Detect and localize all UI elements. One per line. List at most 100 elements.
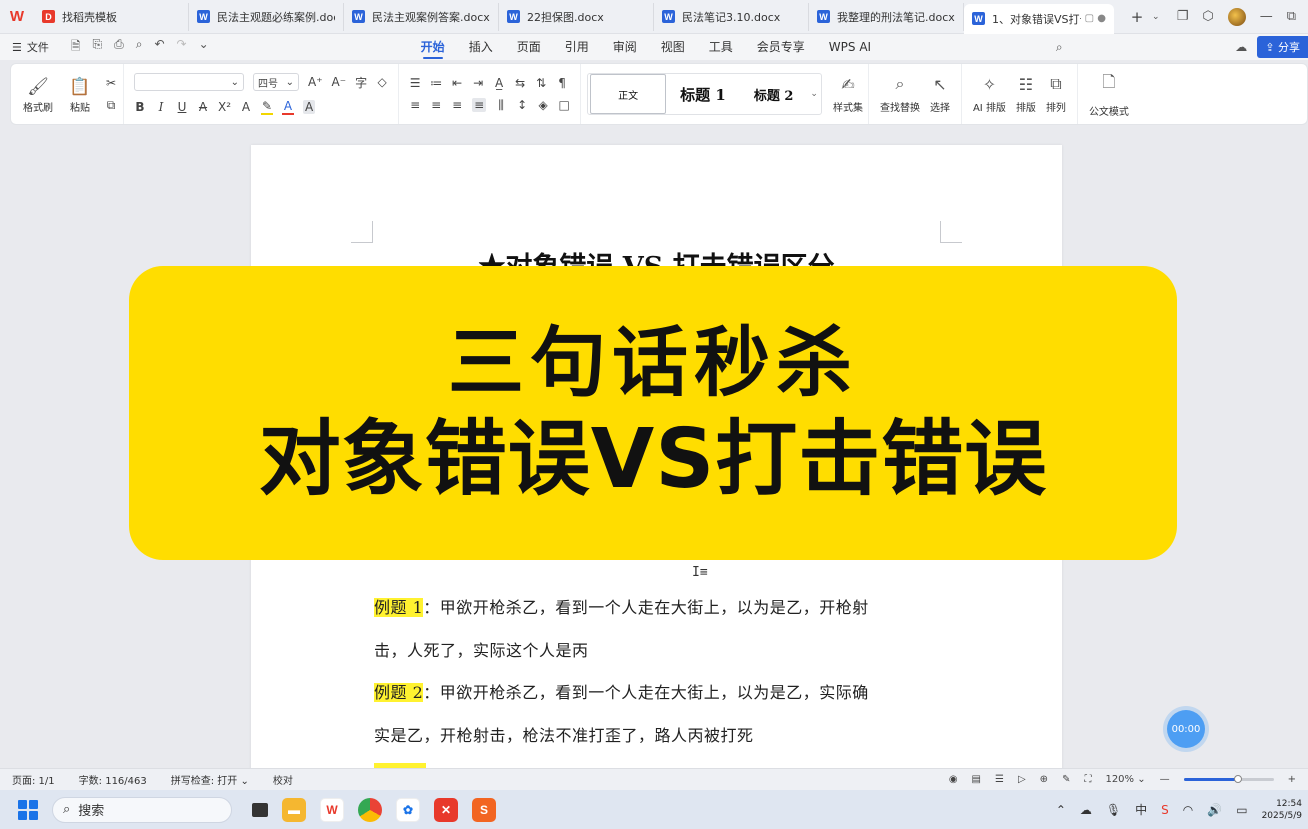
text-direction-icon[interactable]: ⇆ bbox=[514, 76, 526, 90]
font-color-icon[interactable]: A bbox=[282, 99, 295, 115]
menu-tab[interactable]: 视图 bbox=[649, 34, 697, 60]
style-normal[interactable]: 正文 bbox=[590, 74, 667, 114]
style-heading-2[interactable]: 标题 2 bbox=[740, 74, 808, 114]
grow-font-icon[interactable]: A⁺ bbox=[308, 75, 323, 89]
zoom-slider[interactable] bbox=[1183, 775, 1274, 783]
xmind-icon[interactable]: ✕ bbox=[434, 797, 458, 822]
align-right-icon[interactable]: ≡ bbox=[451, 98, 463, 112]
battery-icon[interactable]: ▭ bbox=[1236, 803, 1247, 817]
avatar[interactable] bbox=[1227, 7, 1246, 26]
new-tab-button[interactable]: + bbox=[1122, 8, 1152, 26]
cut-icon[interactable]: ✂ bbox=[105, 76, 117, 90]
taskbar-search[interactable]: ⌕ 搜索 bbox=[52, 796, 232, 823]
outline-view-icon[interactable]: ☰ bbox=[995, 774, 1004, 785]
print-icon[interactable]: ⎙ bbox=[114, 37, 124, 58]
phonetic-guide-icon[interactable]: 字 bbox=[355, 74, 367, 91]
doc-tab[interactable]: D 找稻壳模板 bbox=[34, 2, 189, 31]
menu-tab[interactable]: 插入 bbox=[457, 34, 505, 60]
file-explorer-icon[interactable]: ▬ bbox=[282, 797, 306, 822]
char-shading-icon[interactable]: A bbox=[303, 100, 316, 114]
wps-logo-icon[interactable]: W bbox=[0, 0, 34, 34]
eye-icon[interactable]: ◉ bbox=[949, 774, 958, 785]
numbered-list-icon[interactable]: ≔ bbox=[430, 76, 442, 90]
chinese-layout-icon[interactable]: A̲ bbox=[493, 76, 505, 90]
sogou-icon[interactable]: S bbox=[1161, 803, 1169, 817]
web-view-icon[interactable]: ⊕ bbox=[1040, 774, 1048, 785]
ai-layout-button[interactable]: ✧ AI 排版 bbox=[968, 75, 1011, 114]
wifi-icon[interactable]: ◠ bbox=[1183, 803, 1193, 817]
official-mode-button[interactable]: 🗋 公文模式 bbox=[1084, 71, 1134, 118]
format-painter-button[interactable]: 🖌 格式刷 bbox=[17, 66, 59, 122]
arrange-button[interactable]: ⧉ 排列 bbox=[1041, 74, 1071, 114]
doc-tab[interactable]: W 民法主观案例答案.docx bbox=[344, 2, 499, 31]
distribute-icon[interactable]: ⫼ bbox=[495, 98, 507, 113]
ime-icon[interactable]: 中 bbox=[1135, 801, 1147, 818]
chevron-up-icon[interactable]: ⌃ bbox=[1056, 803, 1066, 817]
clear-format-icon[interactable]: ◇ bbox=[376, 75, 388, 89]
highlight-icon[interactable]: ✎ bbox=[261, 99, 274, 115]
zoom-slider-knob[interactable] bbox=[1233, 775, 1242, 783]
menu-tab[interactable]: 工具 bbox=[697, 34, 745, 60]
bold-icon[interactable]: B bbox=[134, 100, 146, 114]
increase-indent-icon[interactable]: ⇥ bbox=[472, 76, 484, 90]
menu-tab[interactable]: WPS AI bbox=[817, 34, 883, 60]
cloud-upload-icon[interactable]: ☁ bbox=[1235, 40, 1247, 54]
superscript-icon[interactable]: X² bbox=[218, 100, 231, 114]
proofread[interactable]: 校对 bbox=[261, 772, 305, 787]
doc-tab[interactable]: W 我整理的刑法笔记.docx bbox=[809, 2, 964, 31]
bullet-list-icon[interactable]: ☰ bbox=[409, 76, 421, 90]
doc-tab[interactable]: W 民法笔记3.10.docx bbox=[654, 2, 809, 31]
task-view-icon[interactable] bbox=[252, 802, 268, 817]
clock[interactable]: 12:54 2025/5/9 bbox=[1262, 798, 1302, 822]
sort-icon[interactable]: ⇅ bbox=[535, 76, 547, 90]
decrease-indent-icon[interactable]: ⇤ bbox=[451, 76, 463, 90]
doc-tab[interactable]: W 22担保图.docx bbox=[499, 2, 654, 31]
find-replace-button[interactable]: ⌕ 查找替换 bbox=[875, 74, 925, 114]
font-name-select[interactable]: ⌄ bbox=[134, 73, 244, 91]
menu-tab[interactable]: 开始 bbox=[409, 34, 457, 60]
layout-button[interactable]: ☷ 排版 bbox=[1011, 75, 1041, 114]
menu-tab[interactable]: 会员专享 bbox=[745, 34, 817, 60]
show-marks-icon[interactable]: ¶ bbox=[556, 76, 568, 90]
shrink-font-icon[interactable]: A⁻ bbox=[332, 75, 347, 89]
justify-icon[interactable]: ≡ bbox=[472, 98, 487, 112]
chevron-down-icon[interactable]: ⌄ bbox=[1152, 12, 1160, 22]
play-icon[interactable]: ▷ bbox=[1018, 774, 1026, 785]
save-icon[interactable]: 🗎 bbox=[71, 37, 81, 58]
chevron-down-icon[interactable]: ⌄ bbox=[807, 89, 821, 99]
page-count[interactable]: 页面: 1/1 bbox=[0, 772, 67, 787]
pen-icon[interactable]: ✎ bbox=[1062, 774, 1070, 785]
doc-tab[interactable]: W 1、对象错误VS打击 ▢ ● bbox=[964, 3, 1114, 34]
shading-icon[interactable]: ◈ bbox=[537, 98, 549, 112]
windows-start-icon[interactable] bbox=[18, 799, 38, 820]
line-spacing-icon[interactable]: ↕ bbox=[516, 98, 528, 112]
undo-icon[interactable]: ↶ bbox=[154, 37, 164, 58]
menu-tab[interactable]: 引用 bbox=[553, 34, 601, 60]
zoom-level[interactable]: 120% ⌄ bbox=[1105, 774, 1145, 785]
spell-check[interactable]: 拼写检查: 打开 ⌄ bbox=[159, 772, 261, 787]
style-set-button[interactable]: ✍ 样式集 bbox=[828, 75, 868, 114]
minimize-icon[interactable]: — bbox=[1260, 9, 1273, 24]
maximize-icon[interactable]: ⧉ bbox=[1287, 9, 1296, 24]
font-size-select[interactable]: 四号 ⌄ bbox=[253, 73, 299, 91]
paste-button[interactable]: 📋 粘贴 bbox=[59, 66, 101, 122]
share-doc-icon[interactable]: ⎘ bbox=[93, 37, 103, 58]
zoom-out-icon[interactable]: — bbox=[1160, 774, 1170, 785]
fit-page-icon[interactable]: ⛶ bbox=[1084, 774, 1091, 785]
border-icon[interactable]: □ bbox=[558, 98, 570, 112]
doc-tab[interactable]: W 民法主观题必练案例.docx bbox=[189, 2, 344, 31]
print-preview-icon[interactable]: ⌕ bbox=[136, 37, 143, 58]
page-view-icon[interactable]: ▤ bbox=[972, 774, 981, 785]
chevron-down-icon[interactable]: ⌄ bbox=[199, 37, 209, 58]
search-icon[interactable]: ⌕ bbox=[1056, 40, 1063, 55]
wps-office-icon[interactable]: W bbox=[320, 797, 344, 822]
microphone-icon[interactable]: 🎙 bbox=[1106, 803, 1121, 817]
strikethrough-icon[interactable]: A bbox=[197, 100, 209, 114]
align-left-icon[interactable]: ≡ bbox=[409, 98, 421, 112]
restore-window-icon[interactable]: ❐ bbox=[1177, 9, 1189, 24]
select-button[interactable]: ↖ 选择 bbox=[925, 75, 955, 114]
underline-icon[interactable]: U bbox=[176, 100, 188, 114]
chrome-icon[interactable] bbox=[358, 797, 382, 822]
align-center-icon[interactable]: ≡ bbox=[430, 98, 442, 112]
recording-timer[interactable]: 00:00 bbox=[1167, 710, 1205, 748]
